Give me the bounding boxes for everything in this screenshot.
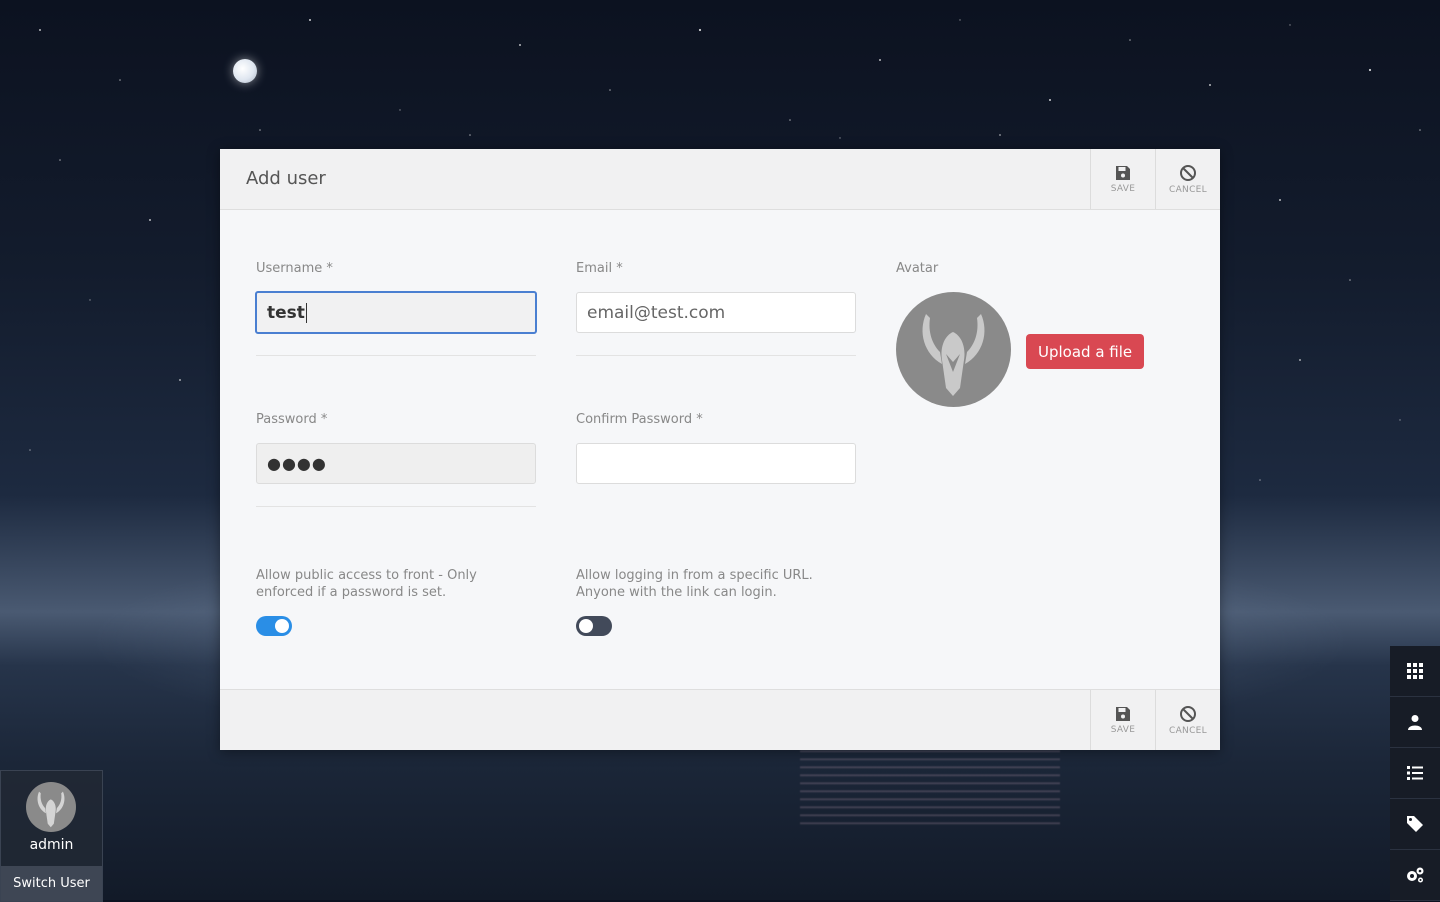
modal-title: Add user: [246, 168, 326, 189]
username-label: Username *: [256, 261, 333, 276]
switch-user-button[interactable]: Switch User: [1, 866, 102, 901]
save-label: SAVE: [1110, 183, 1136, 194]
avatar-preview: [896, 292, 1011, 407]
moon: [233, 59, 257, 83]
username-value: test: [267, 302, 305, 323]
side-menu: [1390, 646, 1440, 901]
username-divider: [256, 355, 536, 356]
side-menu-item-list[interactable]: [1390, 748, 1440, 799]
email-label: Email *: [576, 261, 623, 276]
password-divider: [256, 506, 536, 507]
side-menu-item-settings[interactable]: [1390, 850, 1440, 901]
public-access-description: Allow public access to front - Only enfo…: [256, 568, 477, 600]
footer-cancel-button[interactable]: CANCEL: [1155, 690, 1220, 750]
grid-icon: [1407, 663, 1423, 679]
password-masked-value: ●●●●: [267, 454, 327, 473]
save-label: SAVE: [1110, 724, 1136, 735]
url-login-toggle[interactable]: [576, 616, 612, 636]
cancel-label: CANCEL: [1169, 725, 1207, 736]
water-reflection: [800, 745, 1060, 825]
confirm-password-label: Confirm Password *: [576, 412, 703, 427]
modal-footer: SAVE CANCEL: [220, 689, 1220, 750]
side-menu-item-tags[interactable]: [1390, 799, 1440, 850]
confirm-password-input[interactable]: [576, 443, 856, 484]
user-icon: [1408, 715, 1422, 730]
tag-icon: [1407, 816, 1423, 832]
side-menu-item-apps[interactable]: [1390, 646, 1440, 697]
footer-save-button[interactable]: SAVE: [1090, 690, 1155, 750]
floppy-disk-icon: [1116, 165, 1130, 180]
gears-icon: [1407, 867, 1424, 883]
modal-header: Add user SAVE CANCEL: [220, 149, 1220, 210]
cancel-label: CANCEL: [1169, 184, 1207, 195]
avatar[interactable]: [26, 782, 76, 832]
current-user-panel: admin Switch User: [0, 770, 103, 902]
upload-file-button[interactable]: Upload a file: [1026, 334, 1145, 369]
list-icon: [1407, 766, 1423, 780]
add-user-modal: Add user SAVE CANCEL Username * test Ema…: [220, 149, 1220, 750]
toggle-knob: [275, 619, 289, 633]
toggle-knob: [579, 619, 593, 633]
phoenix-logo-icon: [37, 791, 65, 828]
public-access-toggle[interactable]: [256, 616, 292, 636]
email-divider: [576, 355, 856, 356]
user-name: admin: [29, 837, 74, 853]
url-login-description: Allow logging in from a specific URL. An…: [576, 568, 813, 600]
password-input[interactable]: ●●●●: [256, 443, 536, 484]
text-caret: [305, 302, 307, 323]
avatar-label: Avatar: [896, 261, 939, 276]
header-cancel-button[interactable]: CANCEL: [1155, 149, 1220, 209]
username-input[interactable]: test: [255, 291, 537, 334]
header-save-button[interactable]: SAVE: [1090, 149, 1155, 209]
floppy-disk-icon: [1116, 706, 1130, 721]
ban-icon: [1180, 164, 1196, 181]
ban-icon: [1180, 705, 1196, 722]
password-label: Password *: [256, 412, 328, 427]
email-input[interactable]: email@test.com: [576, 292, 856, 333]
side-menu-item-users[interactable]: [1390, 697, 1440, 748]
phoenix-logo-icon: [922, 314, 985, 396]
email-placeholder: email@test.com: [587, 302, 726, 323]
